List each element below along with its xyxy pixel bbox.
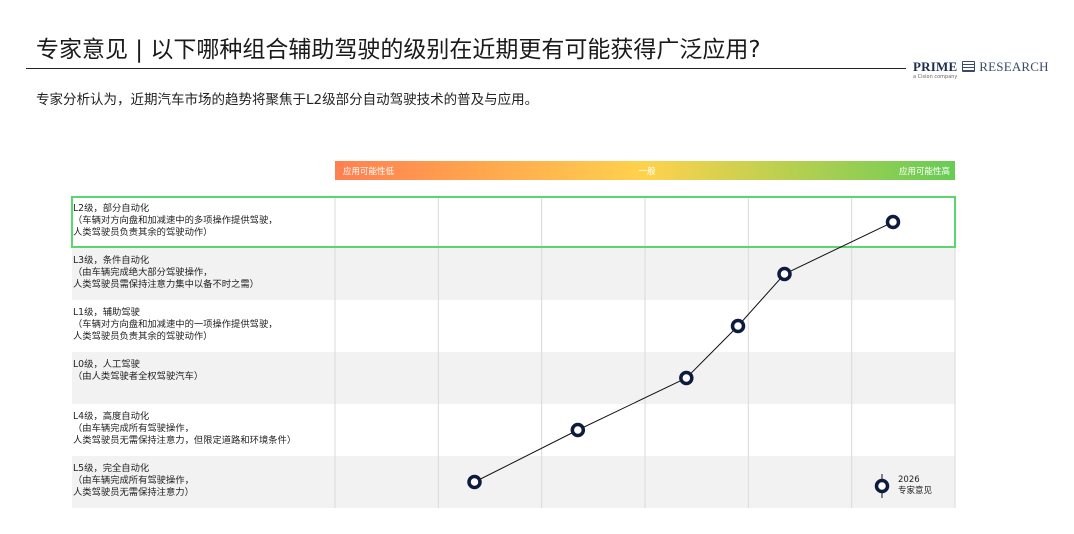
legend-label: 2026 专家意见 <box>898 475 932 497</box>
row-label-line: 人类驾驶员需保持注意力集中以备不时之需） <box>73 279 259 290</box>
gradient-low-label: 应用可能性低 <box>343 166 395 177</box>
data-point <box>467 474 482 490</box>
gradient-high-label: 应用可能性高 <box>899 166 950 177</box>
row-label-line: L4级，高度自动化 <box>73 411 150 422</box>
row-label-line: 人类驾驶员无需保持注意力） <box>73 487 194 498</box>
gradient-mid-label: 一般 <box>638 166 656 177</box>
row-label-line: （由车辆完成所有驾驶操作， <box>73 475 194 486</box>
row-label-line: 人类驾驶员负责其余的驾驶动作） <box>73 331 213 342</box>
row-label-line: L1级，辅助驾驶 <box>73 307 140 318</box>
row-band <box>72 352 955 404</box>
row-label-line: L5级，完全自动化 <box>73 463 150 474</box>
data-point <box>777 266 792 282</box>
row-label-line: （由车辆完成所有驾驶操作， <box>73 423 194 434</box>
row-label-line: （车辆对方向盘和加减速中的多项操作提供驾驶， <box>73 215 278 226</box>
row-band <box>72 456 955 508</box>
row-label-line: （由人类驾驶者全权驾驶汽车） <box>73 371 204 382</box>
row-label-line: L0级，人工驾驶 <box>73 359 140 370</box>
data-point <box>885 214 901 230</box>
row-label: L1级，辅助驾驶 （车辆对方向盘和加减速中的一项操作提供驾驶， 人类驾驶员负责其余的… <box>73 307 278 343</box>
row-label-line: L2级，部分自动化 <box>73 203 150 214</box>
row-label: L2级，部分自动化 （车辆对方向盘和加减速中的多项操作提供驾驶， 人类驾驶员负责其余… <box>73 203 278 239</box>
legend-marker <box>874 478 890 494</box>
row-label-line: （车辆对方向盘和加减速中的一项操作提供驾驶， <box>73 319 278 330</box>
row-label-line: （由车辆完成绝大部分驾驶操作， <box>73 267 213 278</box>
legend-series-label: 专家意见 <box>898 486 933 496</box>
row-label-line: L3级，条件自动化 <box>73 255 150 266</box>
row-label: L4级，高度自动化 （由车辆完成所有驾驶操作， 人类驾驶员无需保持注意力，但限定道路… <box>73 411 296 447</box>
row-label-line: 人类驾驶员无需保持注意力，但限定道路和环境条件） <box>73 435 297 446</box>
row-label-line: 人类驾驶员负责其余的驾驶动作） <box>73 227 213 238</box>
legend-year: 2026 <box>898 475 920 485</box>
data-point <box>679 370 694 386</box>
row-label: L0级，人工驾驶 （由人类驾驶者全权驾驶汽车） <box>73 359 203 383</box>
data-point <box>570 422 586 438</box>
row-label: L3级，条件自动化 （由车辆完成绝大部分驾驶操作， 人类驾驶员需保持注意力集中以备不… <box>73 255 259 291</box>
data-point <box>730 318 746 334</box>
row-label: L5级，完全自动化 （由车辆完成所有驾驶操作， 人类驾驶员无需保持注意力） <box>73 463 194 499</box>
